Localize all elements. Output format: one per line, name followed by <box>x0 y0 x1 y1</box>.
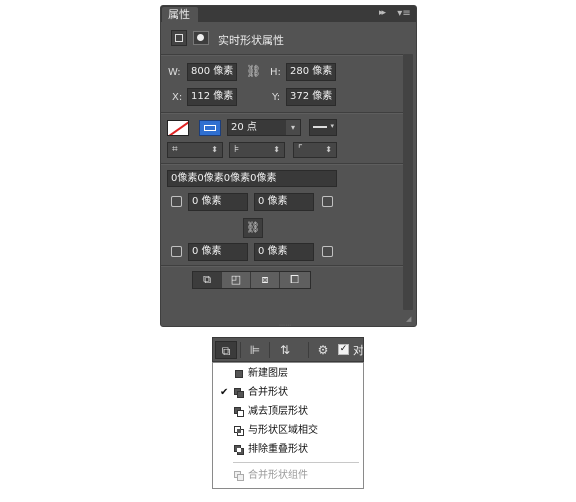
align-edges-label: 对 <box>353 344 364 357</box>
align-stroke-icon: ⌗ <box>172 144 178 155</box>
path-options-toolbar: ⧉ ⊫ ⇅ ⚙ ✓ 对 <box>212 337 364 362</box>
divider <box>308 342 309 358</box>
menu-item-label: 合并形状 <box>248 387 288 398</box>
fill-color-icon[interactable] <box>199 120 221 136</box>
updown-icon: ⬍ <box>325 145 332 154</box>
corner-type-dropdown[interactable]: ⌜ ⬍ <box>293 142 337 158</box>
panel-title: 实时形状属性 <box>218 34 284 47</box>
menu-item-merge-components: 合并形状组件 <box>213 467 363 485</box>
line-style-icon[interactable]: ▾ <box>309 119 337 136</box>
menu-item-new-layer[interactable]: 新建图层 <box>213 365 363 383</box>
corner-tr-icon[interactable] <box>322 196 333 207</box>
exclude-overlap-button[interactable]: ⧠ <box>280 272 309 288</box>
divider <box>161 164 403 165</box>
corner-type-icon: ⌜ <box>298 144 303 155</box>
corner-tl-icon[interactable] <box>171 196 182 207</box>
subtract-front-icon: ◰ <box>230 273 242 286</box>
path-operations-group: ⧉ ◰ ⧈ ⧠ <box>192 271 311 289</box>
radius-br-field[interactable]: 0 像素 <box>254 243 314 261</box>
menu-item-exclude-overlap[interactable]: 排除重叠形状 <box>213 441 363 459</box>
mask-icon[interactable] <box>193 31 209 45</box>
divider <box>240 342 241 358</box>
exclude-overlap-icon <box>234 445 244 455</box>
menu-item-label: 新建图层 <box>248 368 288 379</box>
y-label: Y: <box>272 92 281 103</box>
menu-item-label: 减去顶层形状 <box>248 406 308 417</box>
subtract-front-button[interactable]: ◰ <box>222 272 251 288</box>
combine-shapes-icon: ⧉ <box>203 273 211 286</box>
combine-shapes-button[interactable]: ⧉ <box>193 272 222 288</box>
menu-item-label: 排除重叠形状 <box>248 444 308 455</box>
intersect-icon: ⧈ <box>261 273 269 286</box>
x-field[interactable]: 112 像素 <box>187 88 237 106</box>
stroke-size-value: 20 点 <box>231 122 257 133</box>
divider <box>161 55 403 56</box>
path-operations-icon[interactable]: ⧉ <box>215 341 237 359</box>
collapse-icon[interactable]: ▸▸ <box>379 8 386 18</box>
width-label: W: <box>168 67 181 78</box>
height-label: H: <box>270 67 281 78</box>
check-icon: ✔ <box>220 387 229 398</box>
exclude-overlap-icon: ⧠ <box>290 273 299 286</box>
corner-bl-icon[interactable] <box>171 246 182 257</box>
link-radius-button[interactable]: ⛓ <box>243 218 263 238</box>
menu-item-combine-shapes[interactable]: ✔ 合并形状 <box>213 384 363 402</box>
updown-icon: ⬍ <box>273 145 280 154</box>
tab-properties[interactable]: 属性 <box>162 7 198 22</box>
new-layer-icon <box>234 369 244 379</box>
radius-tr-field[interactable]: 0 像素 <box>254 193 314 211</box>
divider <box>269 342 270 358</box>
menu-divider <box>233 462 359 463</box>
path-operations-menu: 新建图层 ✔ 合并形状 减去顶层形状 与形状区域相交 排除重叠形状 合并形状组件 <box>212 362 364 489</box>
shape-bounds-icon[interactable] <box>171 30 187 46</box>
link-icon[interactable]: ⛓ <box>246 64 261 78</box>
radius-all-field[interactable]: 0像素0像素0像素0像素 <box>167 170 337 187</box>
scrollbar[interactable] <box>403 54 413 310</box>
x-label: X: <box>172 92 183 103</box>
menu-item-label: 合并形状组件 <box>248 470 308 481</box>
divider <box>161 113 403 114</box>
cap-type-icon: ⊧ <box>234 144 240 155</box>
corner-br-icon[interactable] <box>322 246 333 257</box>
grip-icon[interactable]: :::::: <box>279 323 297 326</box>
path-alignment-icon[interactable]: ⊫ <box>244 341 266 359</box>
intersect-icon <box>234 426 244 436</box>
chevron-down-icon[interactable]: ▾ <box>286 120 300 135</box>
path-arrangement-icon[interactable]: ⇅ <box>273 341 297 359</box>
resize-grip-icon[interactable]: ◢ <box>406 315 411 323</box>
updown-icon: ⬍ <box>211 145 218 154</box>
width-field[interactable]: 800 像素 <box>187 63 237 81</box>
stroke-color-icon[interactable] <box>167 120 189 136</box>
intersect-button[interactable]: ⧈ <box>251 272 280 288</box>
menu-item-subtract-front[interactable]: 减去顶层形状 <box>213 403 363 421</box>
radius-tl-field[interactable]: 0 像素 <box>188 193 248 211</box>
gear-icon[interactable]: ⚙ <box>313 341 333 359</box>
divider <box>161 266 403 267</box>
menu-item-label: 与形状区域相交 <box>248 425 318 436</box>
tab-label: 属性 <box>168 8 190 21</box>
link-icon: ⛓ <box>246 221 260 234</box>
subtract-front-icon <box>234 407 244 417</box>
properties-panel: 属性 ▸▸ ▾≡ 实时形状属性 W: 800 像素 ⛓ H: 280 像素 X:… <box>160 5 417 327</box>
checkbox-icon[interactable]: ✓ <box>338 344 349 355</box>
merge-components-icon <box>234 471 244 481</box>
cap-type-dropdown[interactable]: ⊧ ⬍ <box>229 142 285 158</box>
height-field[interactable]: 280 像素 <box>286 63 336 81</box>
radius-bl-field[interactable]: 0 像素 <box>188 243 248 261</box>
align-stroke-dropdown[interactable]: ⌗ ⬍ <box>167 142 223 158</box>
menu-item-intersect[interactable]: 与形状区域相交 <box>213 422 363 440</box>
combine-shapes-icon <box>234 388 244 398</box>
stroke-size-field[interactable]: 20 点 ▾ <box>227 119 301 136</box>
panel-menu-icon[interactable]: ▾≡ <box>397 8 411 20</box>
panel-tab-bar <box>161 6 416 22</box>
y-field[interactable]: 372 像素 <box>286 88 336 106</box>
